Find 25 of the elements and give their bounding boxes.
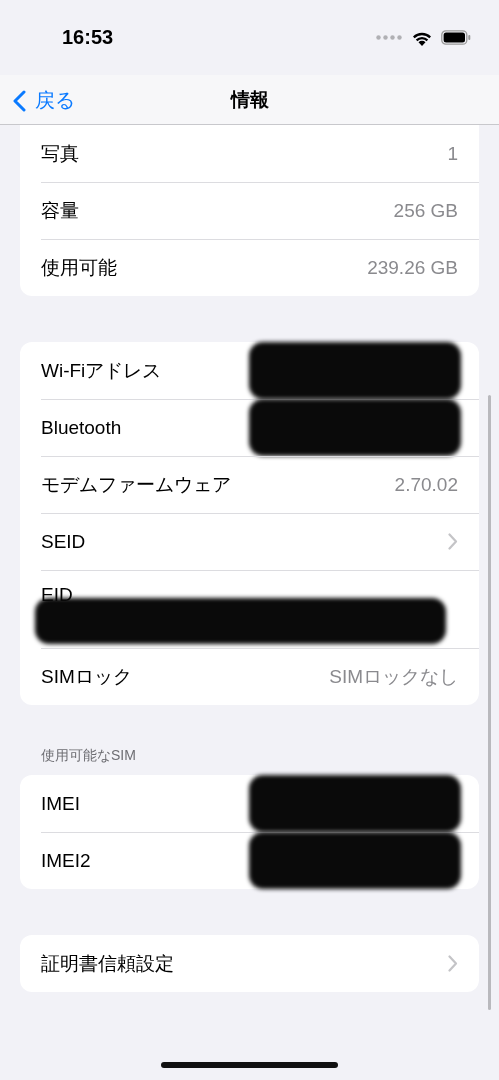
row-value: 1 <box>447 142 458 165</box>
nav-title: 情報 <box>229 88 270 112</box>
row-value: 256 GB <box>393 199 458 222</box>
row-value: SIMロックなし <box>329 664 458 689</box>
battery-icon <box>441 30 471 45</box>
row-label: Wi-Fiアドレス <box>41 358 162 383</box>
chevron-icon <box>448 533 458 550</box>
row-label: 容量 <box>41 198 79 223</box>
back-button[interactable]: 戻る <box>10 83 77 118</box>
row-label: 使用可能 <box>41 255 117 280</box>
row-label: IMEI <box>41 792 81 815</box>
row-label: 写真 <box>41 141 79 166</box>
back-chevron-icon <box>12 89 26 112</box>
status-time: 16:53 <box>62 26 115 49</box>
chevron-icon <box>448 955 458 972</box>
row-label: モデムファームウェア <box>41 472 231 497</box>
section-header: 使用可能なSIM <box>40 747 137 765</box>
signal-icon <box>376 35 403 40</box>
row-label: 証明書信頼設定 <box>41 951 174 976</box>
row-value: 2.70.02 <box>394 473 458 496</box>
row-label: SEID <box>41 530 86 553</box>
row-label: Bluetooth <box>41 416 122 439</box>
row-label: SIMロック <box>41 664 132 689</box>
row-label: IMEI2 <box>41 849 91 872</box>
row-value: 239.26 GB <box>367 256 458 279</box>
